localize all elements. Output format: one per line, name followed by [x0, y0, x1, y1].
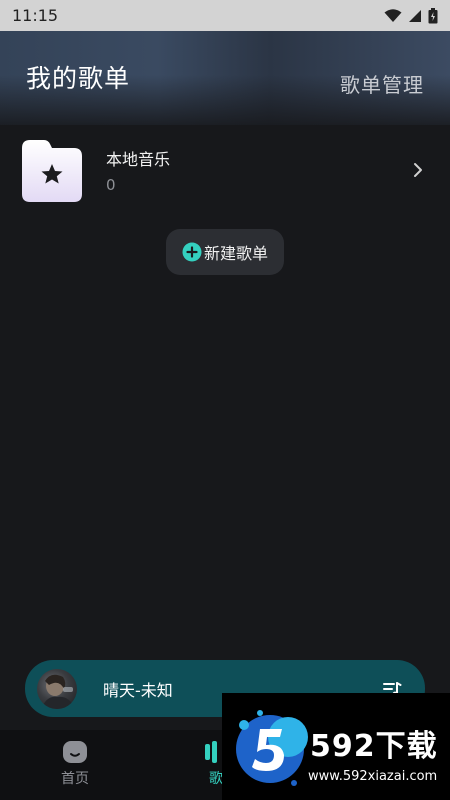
home-icon	[63, 741, 87, 763]
watermark-url: www.592xiazai.com	[308, 769, 438, 784]
playlist-row-local-music[interactable]: 本地音乐 0	[18, 136, 432, 204]
playlist-song-count: 0	[106, 176, 116, 194]
page-title: 我的歌单	[26, 64, 131, 93]
signal-icon	[409, 9, 421, 22]
wifi-icon	[384, 8, 402, 22]
watermark-brand: 592下载	[310, 729, 438, 764]
chevron-right-icon	[414, 163, 422, 177]
watermark-logo-icon	[236, 710, 308, 786]
header: 我的歌单 歌单管理	[0, 31, 450, 125]
tab-home[interactable]: 首页	[40, 740, 110, 788]
tab-home-label: 首页	[61, 771, 89, 787]
folder-star-icon	[18, 136, 86, 204]
tab-playlist-label: 歌	[209, 771, 223, 787]
album-art[interactable]	[37, 668, 77, 709]
watermark-overlay: 592下载 www.592xiazai.com	[222, 693, 450, 800]
plus-circle-icon	[182, 242, 202, 262]
status-bar: 11:15	[0, 0, 450, 31]
status-time: 11:15	[12, 6, 59, 25]
new-playlist-button[interactable]: 新建歌单	[166, 229, 284, 275]
new-playlist-label: 新建歌单	[203, 244, 268, 263]
playlist-manage-button[interactable]: 歌单管理	[340, 69, 424, 98]
battery-icon	[428, 7, 438, 23]
status-icons	[384, 7, 438, 24]
playlist-title: 本地音乐	[106, 150, 171, 169]
